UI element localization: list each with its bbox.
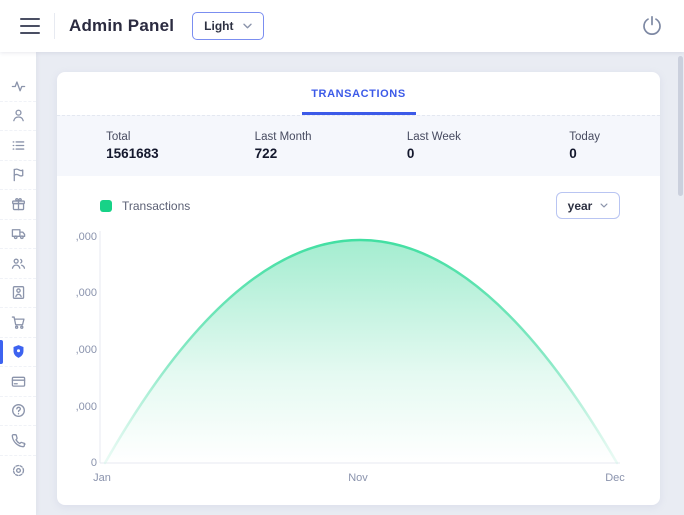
stat-last-week: Last Week 0 <box>359 116 510 176</box>
tab-transactions-label: TRANSACTIONS <box>311 88 406 100</box>
stats-row: Total 1561683 Last Month 722 Last Week 0… <box>57 115 660 176</box>
legend-marker-icon <box>100 200 112 212</box>
tab-transactions[interactable]: TRANSACTIONS <box>311 72 406 115</box>
sidebar-item-lists[interactable] <box>0 131 36 161</box>
power-icon <box>641 15 663 37</box>
flag-icon <box>11 167 26 182</box>
chevron-down-icon <box>600 203 608 208</box>
sidebar-item-settings[interactable] <box>0 456 36 486</box>
legend-label: Transactions <box>122 199 190 213</box>
stat-today-value: 0 <box>569 146 600 161</box>
logout-power-button[interactable] <box>640 14 664 38</box>
tab-active-underline <box>302 112 416 115</box>
users-icon <box>11 256 26 271</box>
stat-last-month-value: 722 <box>255 146 312 161</box>
scrollbar-thumb[interactable] <box>678 56 683 196</box>
cart-icon <box>11 315 26 330</box>
x-axis-label-nov: Nov <box>348 472 368 484</box>
area-chart-canvas <box>57 176 660 505</box>
x-axis-label-dec: Dec <box>605 472 625 484</box>
sidebar-item-rewards[interactable] <box>0 190 36 220</box>
sidebar-item-transactions[interactable] <box>0 338 36 368</box>
page-title: Admin Panel <box>69 16 174 36</box>
chart-legend[interactable]: Transactions <box>100 199 190 213</box>
y-axis-tick: ,000 <box>76 287 97 299</box>
sidebar <box>0 52 36 515</box>
y-axis-tick: ,000 <box>76 344 97 356</box>
theme-dropdown-value: Light <box>204 19 233 33</box>
shield-icon <box>11 344 26 359</box>
stat-total-value: 1561683 <box>106 146 159 161</box>
gear-icon <box>11 463 26 478</box>
phone-icon <box>11 433 26 448</box>
admin-panel-app: Admin Panel Light <box>0 0 684 515</box>
sidebar-item-accounts[interactable] <box>0 279 36 309</box>
tab-bar: TRANSACTIONS <box>57 72 660 115</box>
stat-today-label: Today <box>569 131 600 143</box>
y-axis-tick: 0 <box>91 457 97 469</box>
user-icon <box>11 108 26 123</box>
stat-total: Total 1561683 <box>57 116 208 176</box>
hamburger-icon[interactable] <box>20 18 40 34</box>
stat-today: Today 0 <box>509 116 660 176</box>
topbar-divider <box>54 13 55 39</box>
y-axis-tick: ,000 <box>76 401 97 413</box>
top-bar: Admin Panel Light <box>0 0 684 52</box>
sidebar-item-deliveries[interactable] <box>0 220 36 250</box>
stat-last-week-value: 0 <box>407 146 461 161</box>
credit-card-icon <box>11 374 26 389</box>
sidebar-item-users[interactable] <box>0 102 36 132</box>
x-axis-label-jan: Jan <box>93 472 111 484</box>
gift-icon <box>11 197 26 212</box>
chevron-down-icon <box>243 23 252 29</box>
sidebar-item-orders[interactable] <box>0 308 36 338</box>
stat-last-month: Last Month 722 <box>208 116 359 176</box>
list-icon <box>11 138 26 153</box>
stat-total-label: Total <box>106 131 159 143</box>
sidebar-item-help[interactable] <box>0 397 36 427</box>
stat-last-month-label: Last Month <box>255 131 312 143</box>
sidebar-item-payments[interactable] <box>0 367 36 397</box>
stat-last-week-label: Last Week <box>407 131 461 143</box>
transactions-chart: Transactions year ,000 ,000 ,000 ,000 0 … <box>57 176 660 505</box>
y-axis-tick: ,000 <box>76 231 97 243</box>
transactions-card: TRANSACTIONS Total 1561683 Last Month 72… <box>57 72 660 505</box>
activity-icon <box>11 79 26 94</box>
truck-icon <box>11 226 26 241</box>
period-dropdown-value: year <box>568 199 593 213</box>
sidebar-item-support[interactable] <box>0 426 36 456</box>
user-badge-icon <box>11 285 26 300</box>
theme-dropdown[interactable]: Light <box>192 12 263 40</box>
sidebar-item-reports[interactable] <box>0 161 36 191</box>
help-circle-icon <box>11 403 26 418</box>
sidebar-item-dashboard[interactable] <box>0 72 36 102</box>
period-dropdown[interactable]: year <box>556 192 620 219</box>
sidebar-item-teams[interactable] <box>0 249 36 279</box>
